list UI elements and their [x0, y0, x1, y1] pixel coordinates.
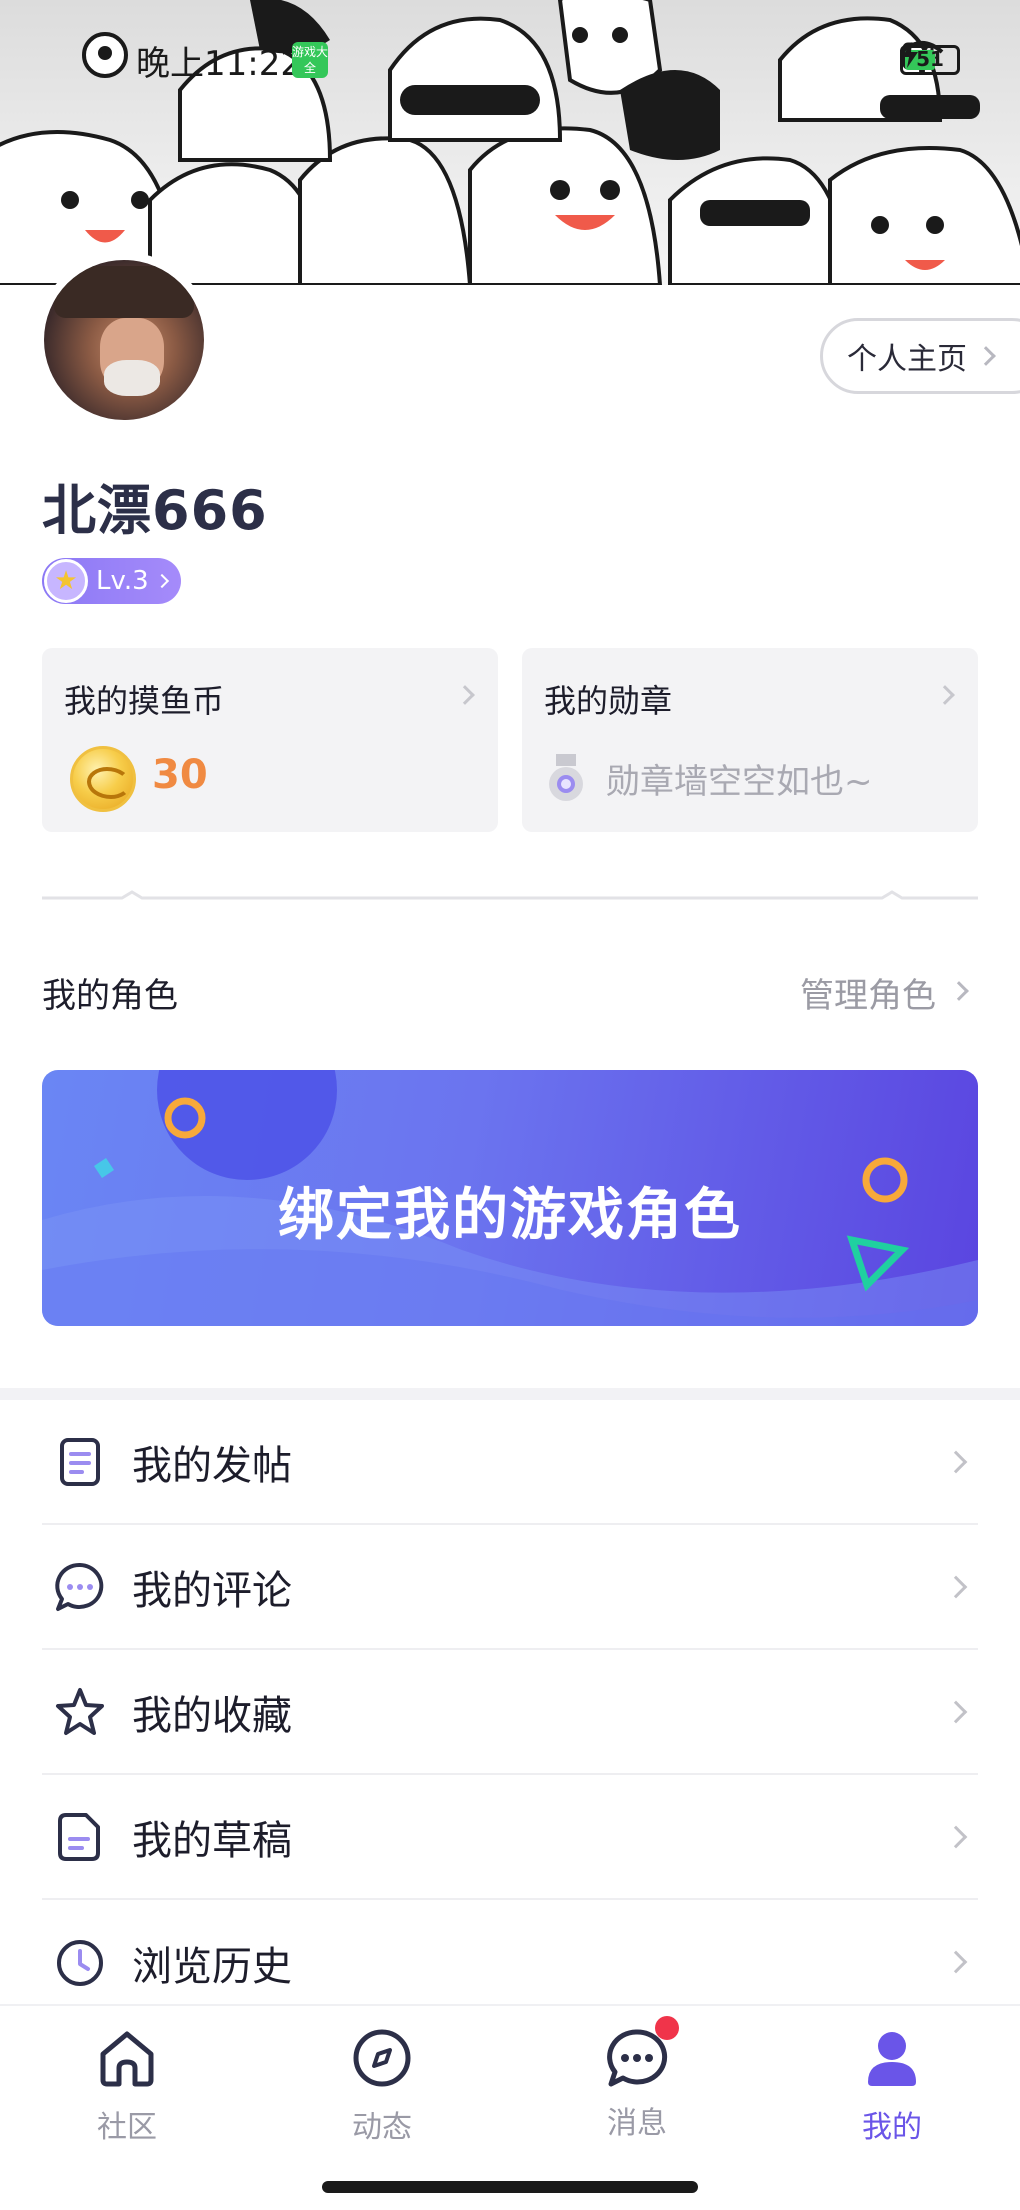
medal-icon [549, 754, 583, 801]
chevron-right-icon [944, 1825, 968, 1849]
menu-item-my-drafts[interactable]: 我的草稿 [42, 1775, 978, 1900]
nav-tab-label: 社区 [97, 2110, 157, 2145]
personal-homepage-button[interactable]: 个人主页 [820, 318, 1020, 394]
menu-item-my-posts[interactable]: 我的发帖 [42, 1400, 978, 1525]
chevron-right-icon [455, 685, 475, 705]
chevron-right-icon [154, 573, 169, 589]
medals-card-title: 我的勋章 [544, 682, 673, 720]
home-indicator[interactable] [322, 2181, 698, 2193]
chevron-right-icon [944, 1575, 968, 1599]
star-icon [56, 1687, 104, 1735]
level-badge[interactable]: ★ Lv.3 [42, 558, 181, 604]
menu-item-my-comments[interactable]: 我的评论 [42, 1525, 978, 1650]
menu-item-label: 我的评论 [132, 1567, 292, 1614]
unread-badge [655, 2016, 679, 2040]
coins-card[interactable]: 我的摸鱼币 30 [42, 648, 498, 832]
chevron-right-icon [935, 685, 955, 705]
nav-tab-label: 动态 [352, 2110, 412, 2145]
level-text: Lv.3 [96, 566, 149, 596]
chevron-right-icon [944, 1700, 968, 1724]
draft-icon [58, 1812, 100, 1861]
personal-homepage-label: 个人主页 [847, 342, 967, 377]
nav-tab-label: 我的 [862, 2110, 922, 2145]
bind-game-role-banner[interactable]: 绑定我的游戏角色 [42, 1070, 978, 1326]
status-bar: 晚上11:22 游戏大全 51 [0, 30, 1020, 90]
menu-item-label: 我的发帖 [132, 1442, 292, 1489]
medals-card[interactable]: 我的勋章 勋章墙空空如也~ [522, 648, 978, 832]
status-time: 晚上11:22 [136, 44, 302, 84]
nav-tab-label: 消息 [607, 2106, 667, 2141]
profile-page: 晚上11:22 游戏大全 51 个人主页 北漂666 ★ Lv.3 我的摸鱼币 … [0, 0, 1020, 2210]
manage-roles-link[interactable]: 管理角色 [800, 968, 936, 1017]
charging-icon [902, 42, 918, 68]
profile-cover-banner: 晚上11:22 游戏大全 51 [0, 0, 1020, 285]
chevron-right-icon [944, 1450, 968, 1474]
my-roles-title: 我的角色 [42, 976, 178, 1016]
bottom-navigation: 社区 动态 消息 我的 [0, 2004, 1020, 2210]
section-separator [0, 1388, 1020, 1400]
coins-card-title: 我的摸鱼币 [64, 682, 225, 720]
menu-item-my-favorites[interactable]: 我的收藏 [42, 1650, 978, 1775]
document-icon [60, 1437, 100, 1486]
nav-tab-community[interactable]: 社区 [47, 2026, 207, 2146]
coins-value: 30 [152, 752, 208, 798]
menu-item-label: 我的收藏 [132, 1692, 292, 1739]
menu-item-label: 我的草稿 [132, 1817, 292, 1864]
nav-tab-me[interactable]: 我的 [812, 2026, 972, 2146]
game-app-badge: 游戏大全 [292, 42, 328, 78]
chevron-right-icon [949, 981, 969, 1001]
clock-icon [57, 1939, 103, 1986]
user-avatar[interactable] [36, 252, 212, 428]
chevron-right-icon [944, 1950, 968, 1974]
comment-icon [55, 1562, 104, 1611]
nav-tab-feed[interactable]: 动态 [302, 2026, 462, 2146]
compass-icon [353, 2029, 411, 2087]
medals-empty-text: 勋章墙空空如也~ [606, 762, 873, 802]
section-divider [42, 890, 978, 900]
user-icon [868, 2032, 916, 2086]
nav-tab-messages[interactable]: 消息 [557, 2016, 717, 2142]
status-right-icons: 51 [900, 40, 960, 80]
app-notification-icon [82, 32, 128, 78]
chevron-right-icon [976, 346, 996, 366]
bind-game-role-text: 绑定我的游戏角色 [278, 1183, 742, 1248]
level-star-icon: ★ [44, 559, 88, 603]
message-icon-wrapper [605, 2016, 679, 2090]
username: 北漂666 [42, 479, 268, 542]
fish-coin-icon [70, 746, 136, 812]
menu-item-label: 浏览历史 [132, 1943, 292, 1990]
home-icon [100, 2031, 154, 2087]
profile-menu-list: 我的发帖 我的评论 我的收藏 我的草稿 浏览历史 [0, 1400, 1020, 2025]
